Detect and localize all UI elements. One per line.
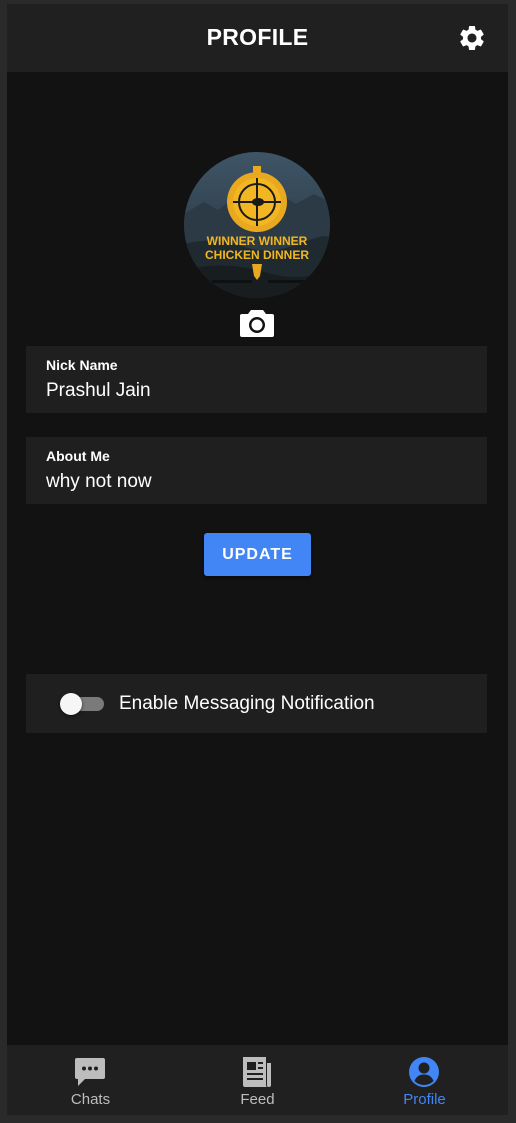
toggle-thumb — [60, 693, 82, 715]
chat-bubble-icon — [75, 1058, 105, 1086]
nav-item-feed[interactable]: Feed — [174, 1045, 341, 1115]
notification-setting-row: Enable Messaging Notification — [26, 674, 487, 733]
nav-item-chats[interactable]: Chats — [7, 1045, 174, 1115]
notification-label: Enable Messaging Notification — [119, 693, 375, 714]
avatar-image: WINNER WINNER CHICKEN DINNER — [184, 152, 330, 298]
gear-icon — [460, 26, 484, 50]
bottom-navigation: Chats Feed Profile — [7, 1045, 508, 1115]
account-circle-icon — [409, 1057, 439, 1087]
app-bar: PROFILE — [7, 4, 508, 72]
about-me-field[interactable]: About Me why not now — [26, 437, 487, 504]
nav-label-feed: Feed — [240, 1091, 275, 1108]
nav-item-profile[interactable]: Profile — [341, 1045, 508, 1115]
notification-toggle[interactable] — [60, 693, 104, 715]
camera-icon — [240, 310, 274, 337]
nav-label-profile: Profile — [403, 1091, 446, 1108]
avatar-text-line2: CHICKEN DINNER — [205, 248, 309, 262]
newspaper-icon — [243, 1057, 271, 1087]
nick-name-value[interactable]: Prashul Jain — [46, 380, 151, 402]
settings-button[interactable] — [457, 23, 487, 53]
avatar[interactable]: WINNER WINNER CHICKEN DINNER — [184, 152, 330, 298]
nav-label-chats: Chats — [70, 1091, 111, 1108]
nick-name-label: Nick Name — [46, 357, 118, 373]
about-me-label: About Me — [46, 448, 110, 464]
nick-name-field[interactable]: Nick Name Prashul Jain — [26, 346, 487, 413]
profile-screen: PROFILE WINNER WINNER CHICKEN DINNER Nic… — [7, 4, 508, 1115]
update-button[interactable]: UPDATE — [204, 533, 311, 576]
about-me-value[interactable]: why not now — [46, 471, 152, 493]
page-title: PROFILE — [206, 24, 309, 50]
avatar-text-line1: WINNER WINNER — [207, 234, 308, 248]
change-photo-button[interactable] — [239, 307, 275, 339]
